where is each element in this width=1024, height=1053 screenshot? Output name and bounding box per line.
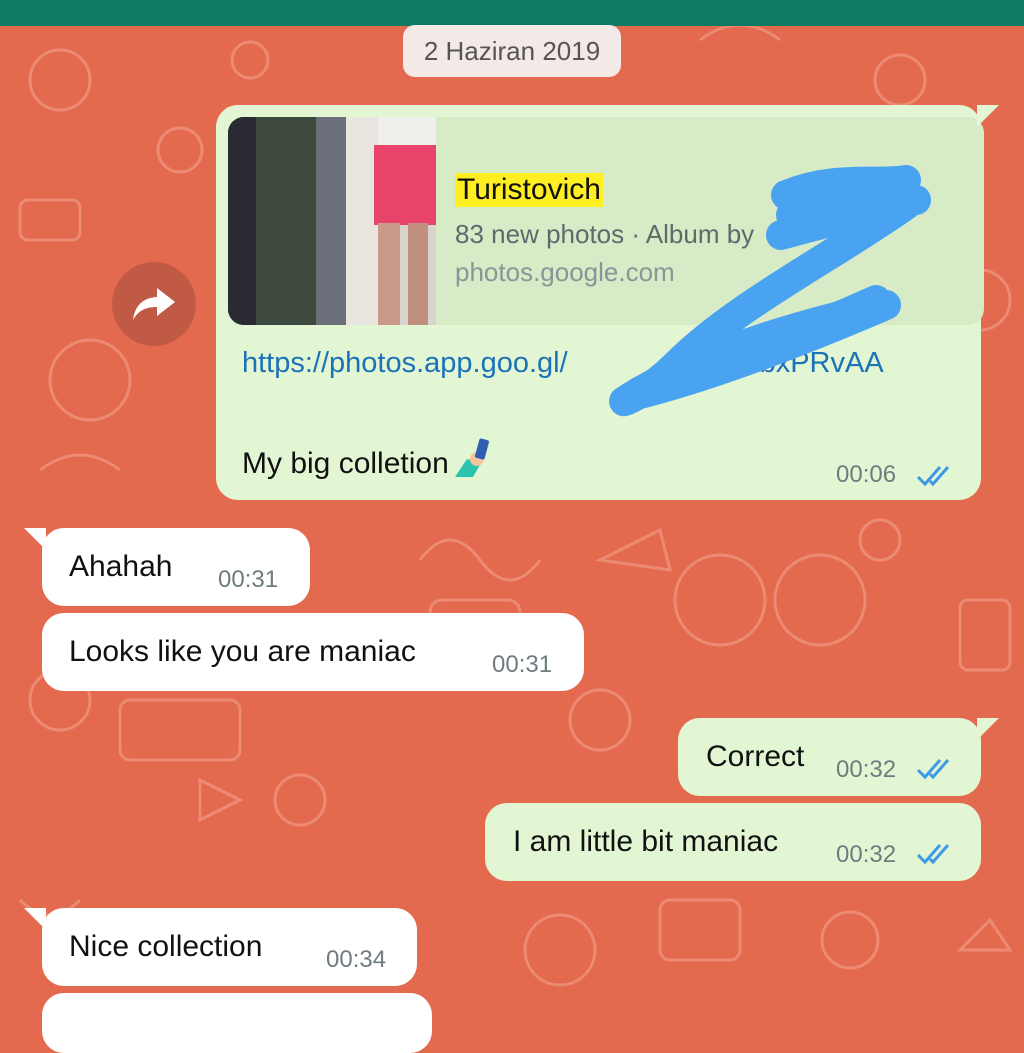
message-incoming-partial[interactable] [42, 993, 432, 1053]
message-outgoing[interactable]: I am little bit maniac 00:32 [485, 803, 981, 881]
double-check-icon [916, 759, 950, 780]
message-text: I am little bit maniac [513, 825, 779, 858]
link-preview-subtitle: 83 new photos · Album by [455, 219, 755, 249]
message-time: 00:06 [836, 461, 897, 488]
date-divider: 2 Haziran 2019 [403, 25, 621, 77]
link-preview-thumbnail [228, 117, 436, 325]
message-link[interactable]: https://photos.app.goo.gl/UwbxPRvAA [242, 347, 884, 380]
double-check-icon [916, 844, 950, 865]
link-preview-domain: photos.google.com [455, 257, 675, 287]
message-time: 00:31 [218, 566, 279, 593]
message-link-start[interactable]: https://photos.app.goo.gl/ [242, 347, 568, 379]
forward-arrow-icon [133, 288, 175, 320]
date-divider-label: 2 Haziran 2019 [423, 35, 601, 66]
message-text: Ahahah [69, 550, 173, 583]
message-text: My big colletion [242, 437, 497, 481]
message-time: 00:34 [326, 946, 387, 973]
message-text-content: My big colletion [242, 447, 449, 480]
forward-button[interactable] [112, 262, 196, 346]
message-time: 00:32 [836, 841, 897, 868]
person-with-phone-emoji [454, 438, 489, 477]
message-outgoing[interactable]: Correct 00:32 [678, 718, 999, 796]
message-incoming[interactable]: Looks like you are maniac 00:31 [42, 613, 584, 691]
message-incoming[interactable]: Ahahah 00:31 [24, 528, 310, 606]
double-check-icon [916, 466, 950, 487]
message-outgoing-link[interactable]: Turistovich 83 new photos · Album by pho… [216, 105, 999, 500]
link-preview-title: Turistovich [455, 173, 603, 207]
message-text: Looks like you are maniac [69, 635, 416, 668]
message-incoming[interactable]: Nice collection 00:34 [24, 908, 417, 986]
app-header-bar [0, 0, 1024, 26]
link-preview-card[interactable]: Turistovich 83 new photos · Album by pho… [228, 117, 984, 325]
message-link-end[interactable]: UwbxPRvAA [718, 347, 884, 379]
message-text: Nice collection [69, 930, 263, 963]
message-time: 00:31 [492, 651, 553, 678]
message-time: 00:32 [836, 756, 897, 783]
message-text: Correct [706, 740, 805, 773]
